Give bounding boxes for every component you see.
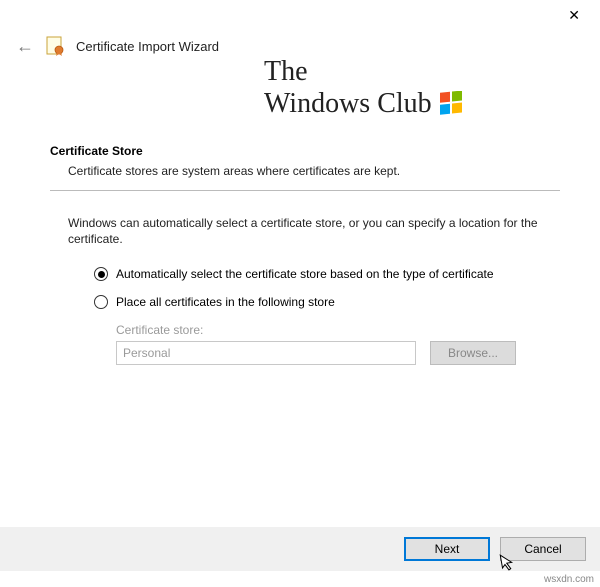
radio-manual-label: Place all certificates in the following …	[116, 295, 335, 309]
browse-button: Browse...	[430, 341, 516, 365]
attribution-text: wsxdn.com	[544, 574, 594, 585]
radio-manual-select[interactable]: Place all certificates in the following …	[94, 295, 560, 309]
wizard-header: ← Certificate Import Wizard	[0, 30, 600, 66]
radio-auto-label: Automatically select the certificate sto…	[116, 267, 494, 281]
radio-icon	[94, 295, 108, 309]
section-heading: Certificate Store	[50, 144, 560, 158]
next-button[interactable]: Next	[404, 537, 490, 561]
certificate-store-input	[116, 341, 416, 365]
cancel-button[interactable]: Cancel	[500, 537, 586, 561]
radio-group: Automatically select the certificate sto…	[94, 267, 560, 309]
back-arrow-icon[interactable]: ←	[16, 37, 34, 55]
store-field-label: Certificate store:	[116, 323, 560, 337]
radio-icon	[94, 267, 108, 281]
wizard-content: Certificate Store Certificate stores are…	[0, 66, 600, 365]
close-icon[interactable]: ✕	[560, 3, 588, 28]
certificate-store-block: Certificate store: Browse...	[116, 323, 560, 365]
wizard-title: Certificate Import Wizard	[76, 39, 219, 54]
titlebar: ✕	[0, 0, 600, 30]
wizard-footer: Next Cancel	[0, 527, 600, 571]
certificate-icon	[46, 36, 64, 56]
section-description: Certificate stores are system areas wher…	[68, 164, 560, 178]
radio-auto-select[interactable]: Automatically select the certificate sto…	[94, 267, 560, 281]
divider	[50, 190, 560, 191]
instruction-text: Windows can automatically select a certi…	[68, 215, 552, 247]
